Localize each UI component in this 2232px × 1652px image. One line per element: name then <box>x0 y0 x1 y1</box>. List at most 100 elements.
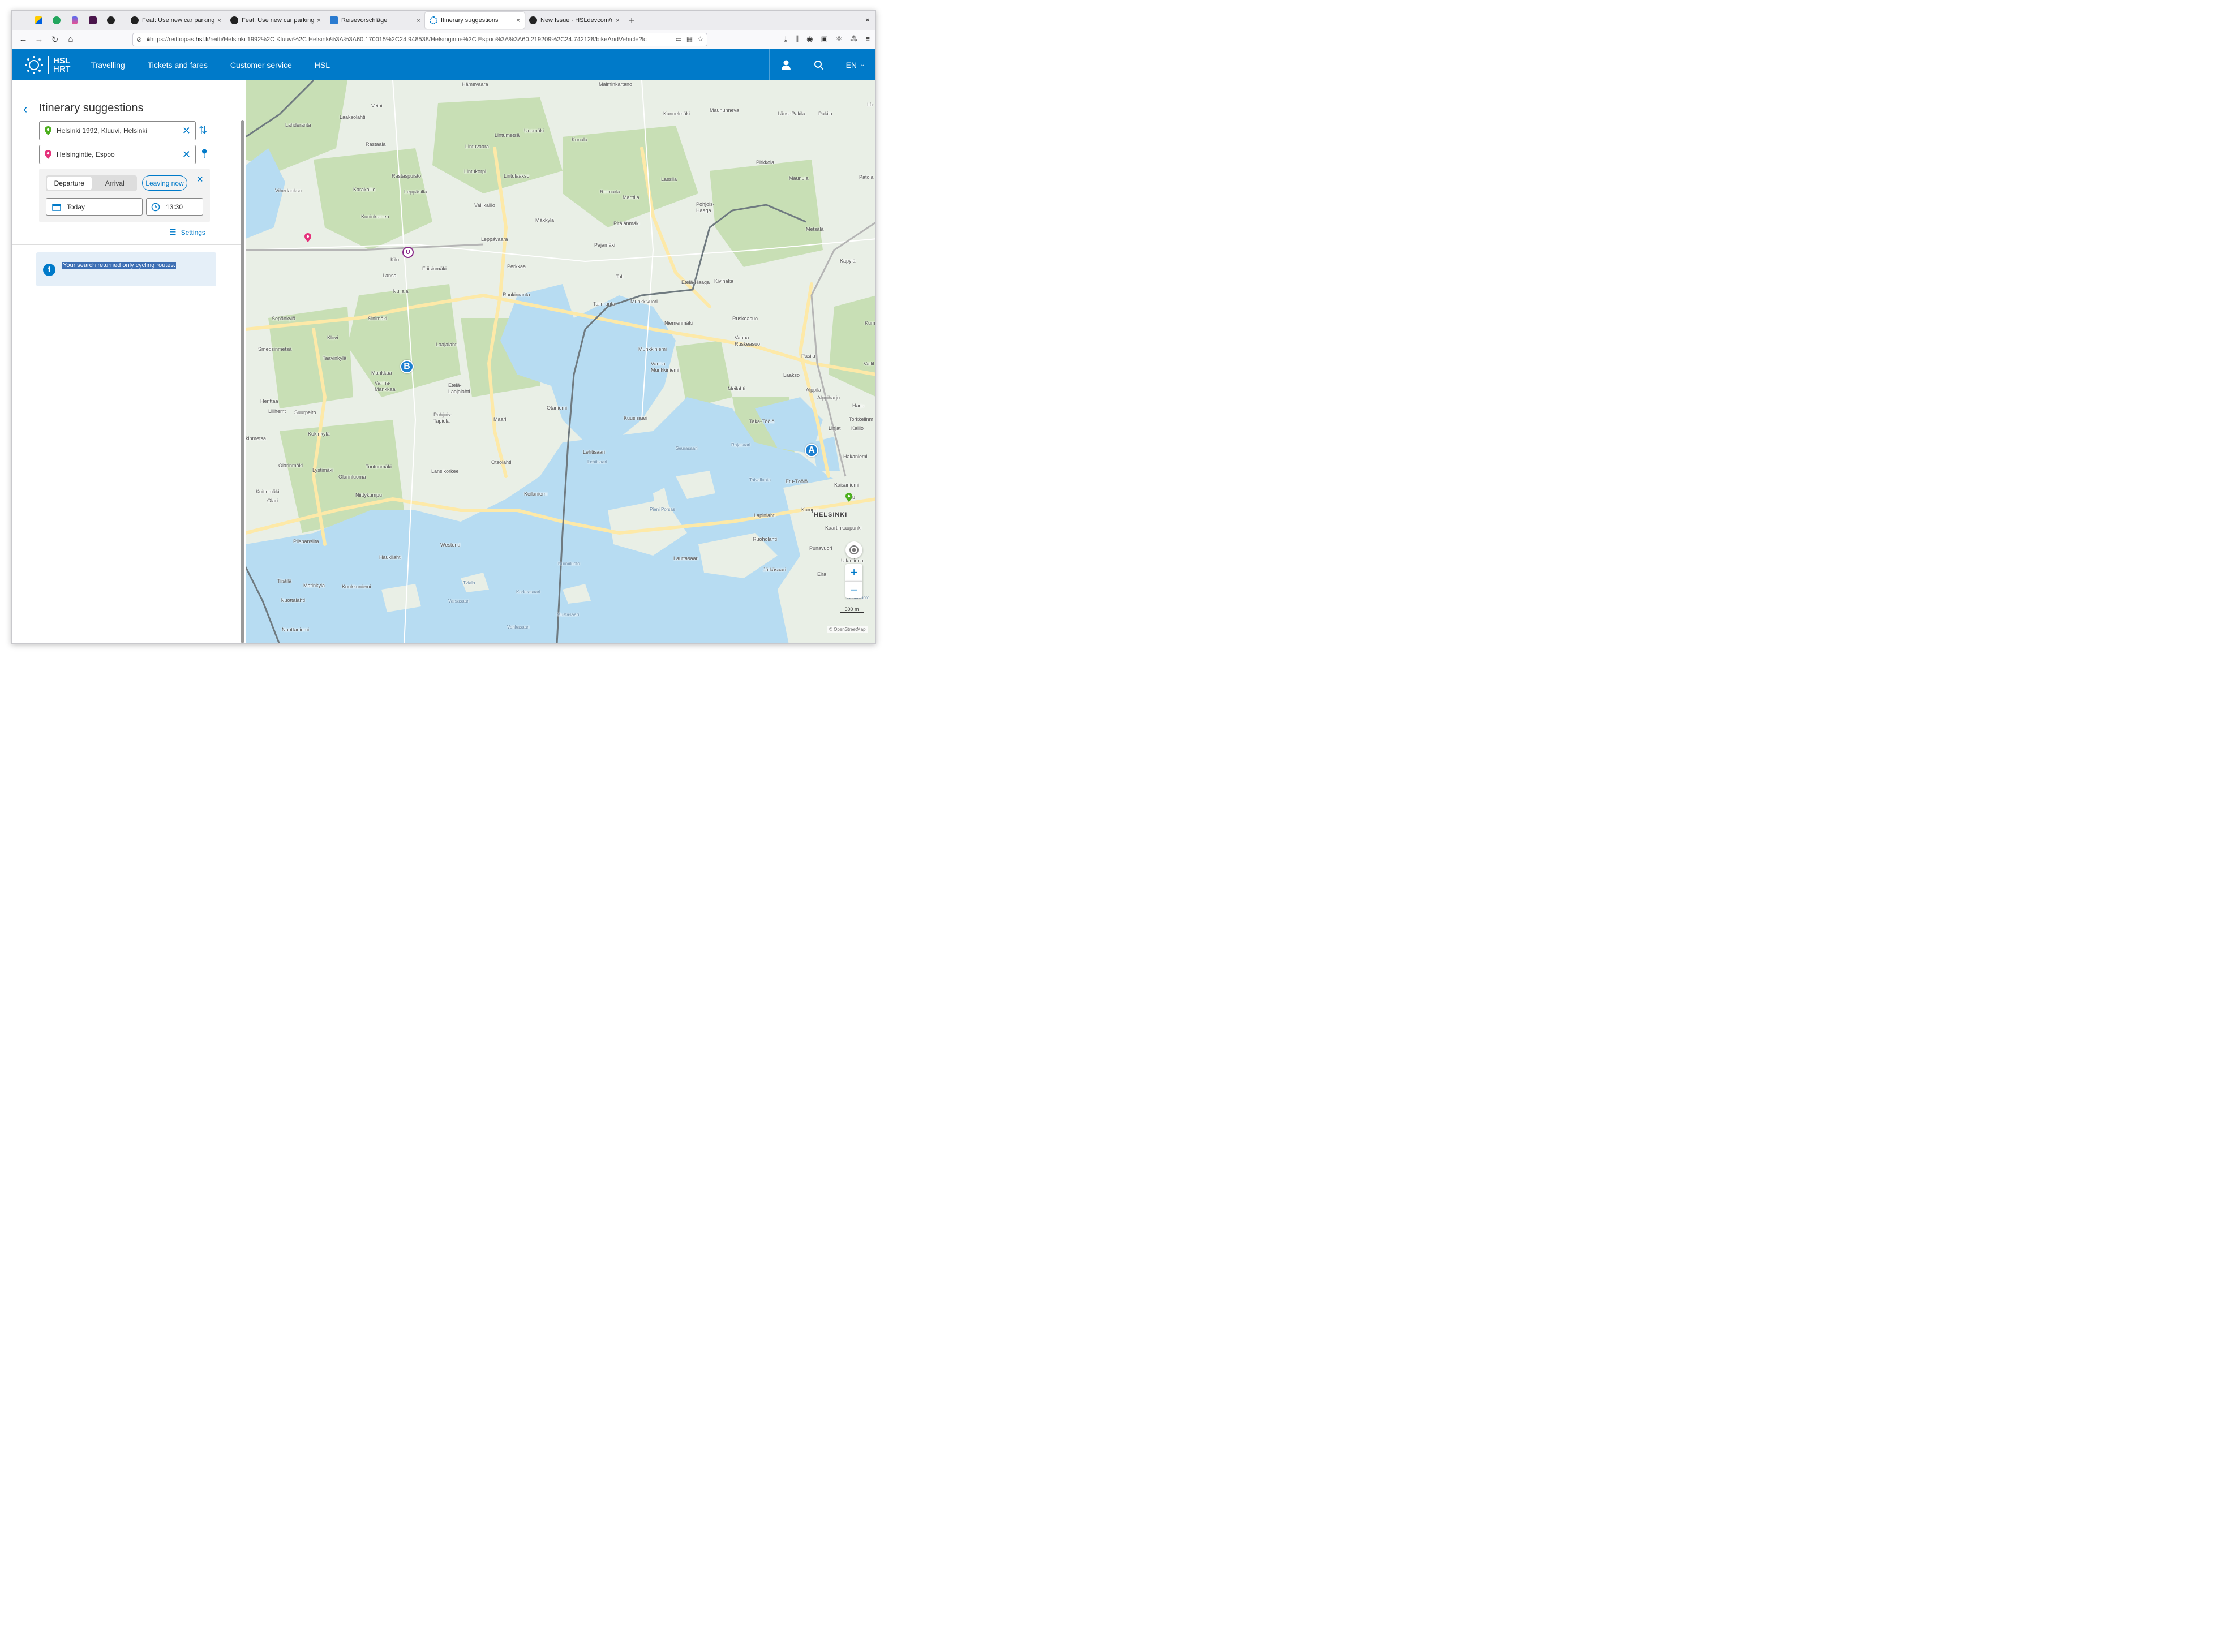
map-label: Niittykumpu <box>355 492 383 498</box>
map-scale: 500 m <box>840 606 864 613</box>
clear-origin-icon[interactable]: ✕ <box>182 125 191 137</box>
map[interactable]: Hämevaara Malminkartano Veini Lahderanta… <box>246 80 875 643</box>
map-label: Lassila <box>661 177 677 182</box>
zoom-out-button[interactable]: − <box>845 581 862 598</box>
map-label: Etelä- Laajalahti <box>448 382 470 394</box>
time-value: 13:30 <box>166 203 183 211</box>
search-button[interactable] <box>802 49 835 80</box>
clear-destination-icon[interactable]: ✕ <box>182 149 191 161</box>
tab-close-icon[interactable]: × <box>317 16 321 24</box>
language-selector[interactable]: EN ⌄ <box>835 49 875 80</box>
library-icon[interactable]: ⫼ <box>795 35 799 44</box>
hsl-sun-icon <box>430 16 437 24</box>
locate-me-button[interactable] <box>845 541 862 558</box>
origin-pin-icon[interactable] <box>845 493 852 502</box>
map-label: Tontunmäki <box>366 464 392 470</box>
pinned-tab-mail[interactable] <box>31 13 46 28</box>
extension-icon-2[interactable]: ⚛ <box>836 35 843 44</box>
user-button[interactable] <box>769 49 802 80</box>
bookmark-star-icon[interactable]: ☆ <box>697 35 703 43</box>
menu-item-customer-service[interactable]: Customer service <box>230 61 292 70</box>
pinned-tab-slack[interactable] <box>85 13 100 28</box>
map-label: Talinranta <box>593 301 616 307</box>
route-marker-b[interactable]: B <box>400 360 414 373</box>
tab-github-pr-1[interactable]: Feat: Use new car parking lo × <box>126 12 226 29</box>
minus-icon: − <box>850 582 858 597</box>
bitwarden-icon[interactable]: ▣ <box>821 35 827 44</box>
destination-field[interactable]: Helsingintie, Espoo ✕ <box>39 145 196 164</box>
route-marker-a[interactable]: A <box>805 444 818 457</box>
map-label: Nurmiluoto <box>558 561 580 566</box>
forward-arrow-icon[interactable]: → <box>31 35 47 44</box>
url-bar[interactable]: ⊘ 🔒︎ https://reittiopas.hsl.fi/reitti/He… <box>132 33 707 46</box>
tab-new-issue[interactable]: New Issue · HSLdevcom/digi × <box>525 12 624 29</box>
swap-direction-icon[interactable]: ⇅ <box>199 124 207 136</box>
sync-icon <box>53 16 61 24</box>
destination-value: Helsingintie, Espoo <box>57 150 115 158</box>
info-icon: i <box>43 264 55 276</box>
time-select[interactable]: 13:30 <box>146 198 203 216</box>
panel-scrollbar[interactable] <box>241 120 244 643</box>
logo-text: HSL HRT <box>53 57 71 74</box>
extensions-icon[interactable]: ⁂ <box>850 35 857 44</box>
pinned-tab-sync[interactable] <box>49 13 64 28</box>
lock-icon[interactable]: 🔒︎ <box>147 36 150 43</box>
back-arrow-icon[interactable]: ← <box>15 35 31 44</box>
map-label: Reimarla <box>600 189 621 195</box>
zoom-in-button[interactable]: + <box>845 564 862 581</box>
github-icon <box>529 16 537 24</box>
map-label: Laakso <box>783 372 800 378</box>
leaving-now-button[interactable]: Leaving now <box>142 175 187 191</box>
tracking-protection-icon[interactable]: ⊘ <box>136 36 142 44</box>
map-label: Kaartinkaupunki <box>825 525 862 531</box>
search-icon <box>814 60 823 70</box>
menu-icon[interactable]: ≡ <box>865 35 870 44</box>
date-select[interactable]: Today <box>46 198 143 216</box>
menu-item-tickets[interactable]: Tickets and fares <box>148 61 208 70</box>
tab-itinerary-suggestions[interactable]: Itinerary suggestions × <box>425 12 525 29</box>
settings-label: Settings <box>181 228 205 236</box>
departure-option[interactable]: Departure <box>47 177 92 190</box>
map-label: Torkkelinm <box>849 416 874 422</box>
tab-close-icon[interactable]: × <box>516 16 520 24</box>
pinned-tab-github[interactable] <box>104 13 118 28</box>
arrival-option[interactable]: Arrival <box>93 175 138 191</box>
url-text[interactable]: https://reittiopas.hsl.fi/reitti/Helsink… <box>150 36 654 43</box>
back-chevron-icon[interactable]: ‹ <box>23 102 27 117</box>
map-label: Konala <box>572 137 588 143</box>
tab-title: Feat: Use new car parking lo <box>142 17 214 24</box>
reader-view-icon[interactable]: ▭ <box>676 35 682 43</box>
tab-close-icon[interactable]: × <box>217 16 221 24</box>
map-label: Kivihaka <box>714 278 734 284</box>
add-via-point-icon[interactable]: 📍︎ <box>199 148 210 160</box>
tab-reisevorschlaege[interactable]: Reisevorschläge × <box>325 12 425 29</box>
window-close-button[interactable]: × <box>865 15 870 24</box>
menu-item-travelling[interactable]: Travelling <box>91 61 125 70</box>
origin-field[interactable]: Helsinki 1992, Kluuvi, Helsinki ✕ <box>39 121 196 140</box>
settings-button[interactable]: ☰ Settings <box>169 227 205 237</box>
map-label: Laajalahti <box>436 342 458 347</box>
tab-github-pr-2[interactable]: Feat: Use new car parking lo × <box>226 12 325 29</box>
download-icon[interactable]: ⤓ <box>784 35 787 44</box>
menu-item-hsl[interactable]: HSL <box>315 61 330 70</box>
pinned-tab-tool[interactable] <box>67 13 82 28</box>
url-path: /reitti/Helsinki 1992%2C Kluuvi%2C Helsi… <box>208 36 647 43</box>
tab-close-icon[interactable]: × <box>616 16 620 24</box>
qr-code-icon[interactable]: ▦ <box>686 35 693 43</box>
map-label: Vanha Ruskeasuo <box>735 335 761 347</box>
new-tab-button[interactable]: + <box>629 15 635 27</box>
close-time-settings-icon[interactable]: ✕ <box>196 174 204 184</box>
home-icon[interactable]: ⌂ <box>63 35 79 44</box>
map-label: Vanha Munkkiniemi <box>651 361 680 373</box>
tab-close-icon[interactable]: × <box>417 16 420 24</box>
map-label: Taavinkylä <box>323 355 347 361</box>
reload-icon[interactable]: ↻ <box>47 35 63 45</box>
map-attribution[interactable]: © OpenStreetMap <box>827 626 868 633</box>
extension-icon[interactable]: ◉ <box>806 35 813 44</box>
map-label: Lahderanta <box>285 122 311 128</box>
map-label: Lehtisaari <box>583 449 606 455</box>
metro-station-icon[interactable]: U <box>402 247 414 258</box>
map-label: Smedsinmetsä <box>258 346 292 352</box>
destination-pin-icon[interactable] <box>304 233 311 242</box>
hsl-logo[interactable]: HSL HRT <box>24 55 71 75</box>
